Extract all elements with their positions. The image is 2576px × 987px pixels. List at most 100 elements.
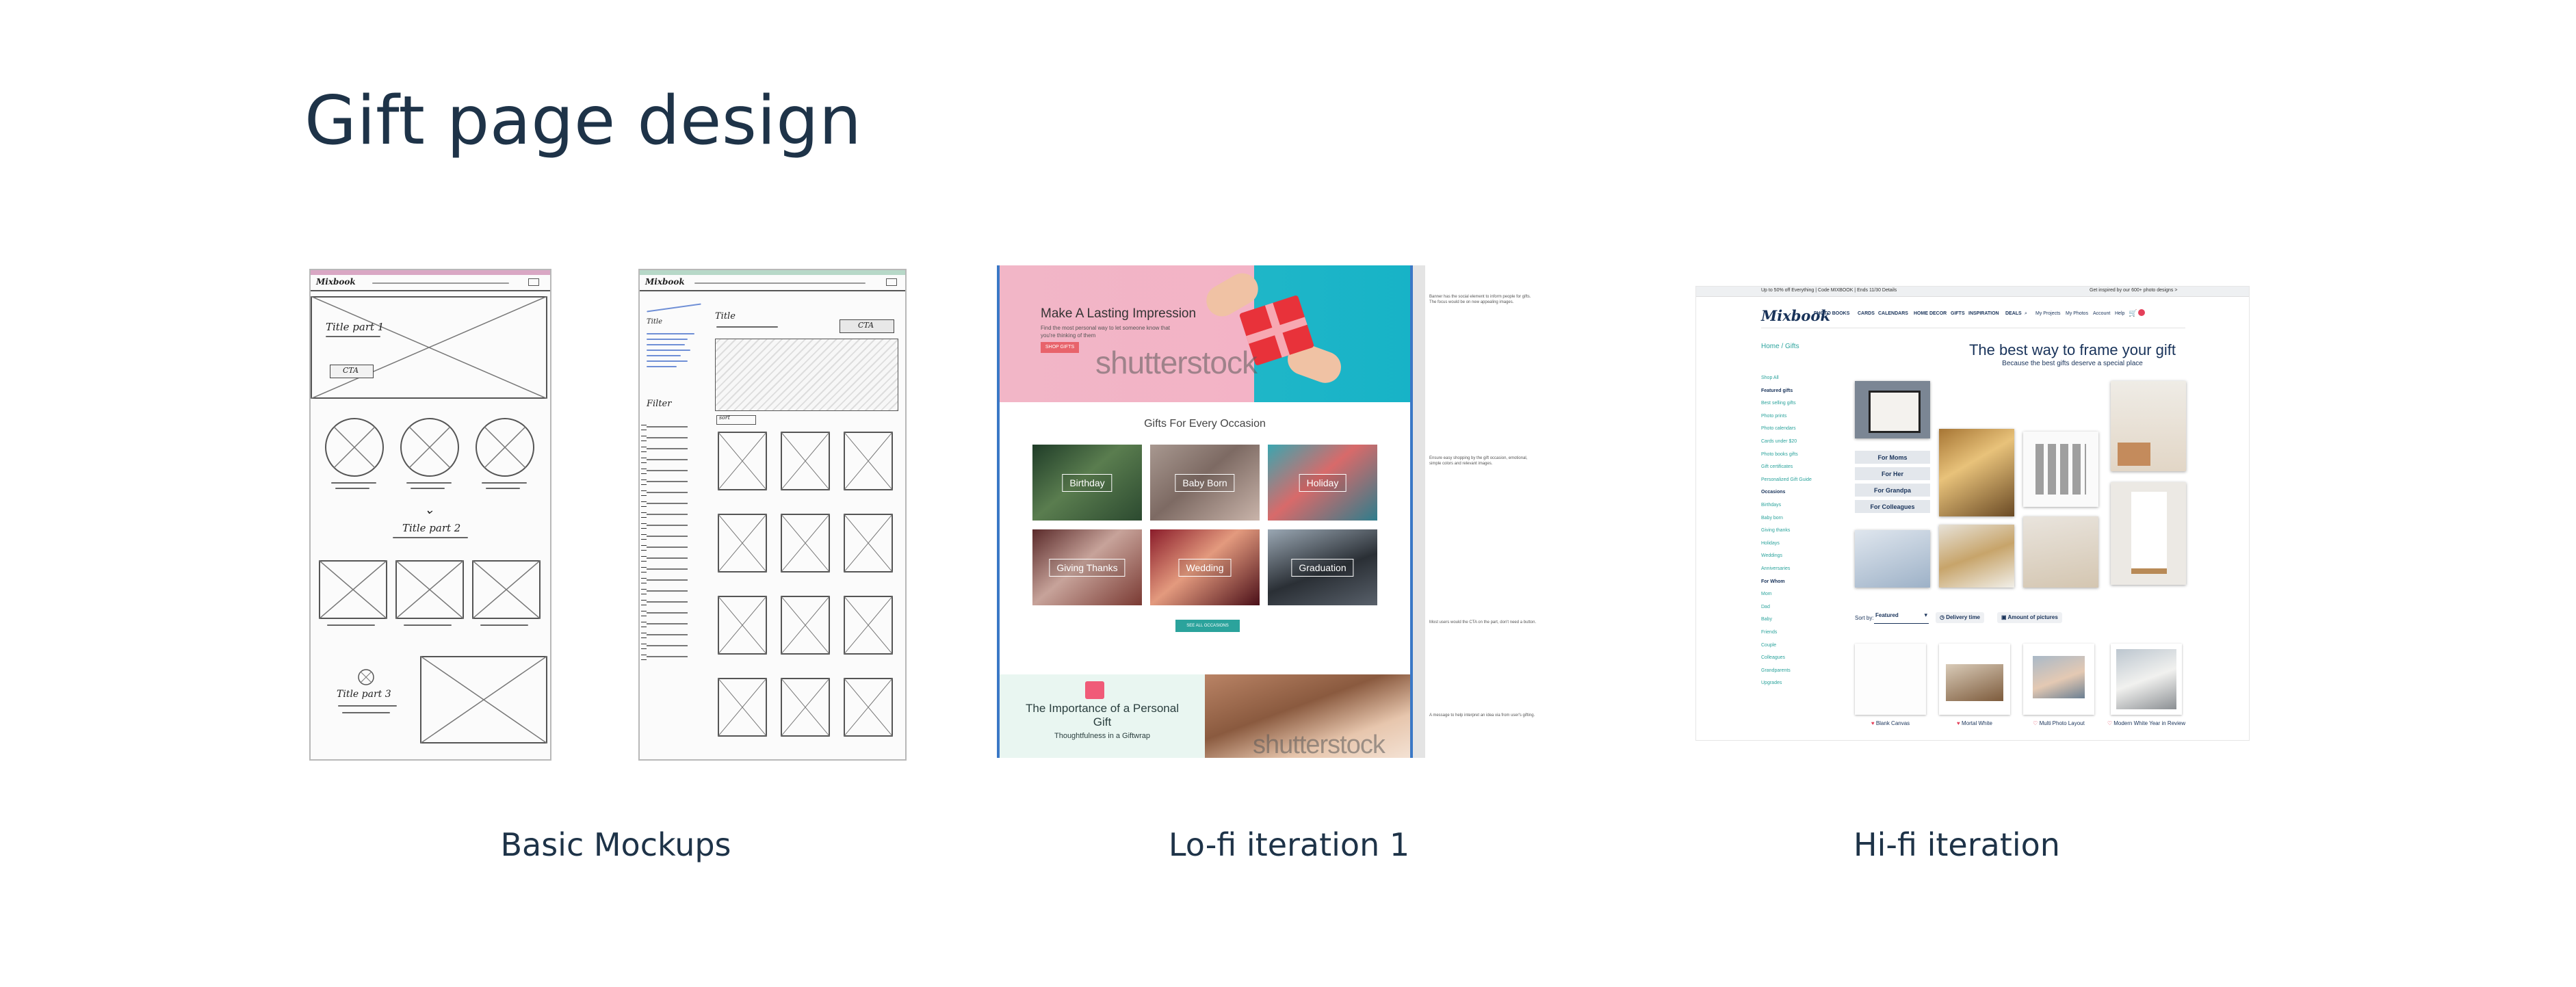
sketch-nav: Mixbook <box>640 275 905 291</box>
sidebar-item[interactable]: Anniversaries <box>1761 566 1790 571</box>
occasion-tile-wedding[interactable]: Wedding <box>1150 529 1260 605</box>
occasion-label: Giving Thanks <box>1049 558 1126 577</box>
sketch-cta-button[interactable]: CTA <box>330 365 374 378</box>
heart-icon[interactable]: ♡ <box>2033 720 2039 726</box>
gift-photo-card[interactable] <box>1855 381 1930 438</box>
nav-calendars[interactable]: CALENDARS <box>1878 311 1908 316</box>
sidebar-item[interactable]: Shop All <box>1761 376 1779 380</box>
nav-inspiration[interactable]: INSPIRATION <box>1968 311 1999 316</box>
heart-icon[interactable]: ♡ <box>2107 720 2113 726</box>
smiling-woman-image: shutterstock <box>1205 674 1410 758</box>
sidebar-item[interactable]: Best selling gifts <box>1761 401 1796 406</box>
sidebar-item[interactable]: Dad <box>1761 605 1770 609</box>
gift-photo-card[interactable] <box>2023 432 2098 507</box>
sidebar-item[interactable]: Grandparents <box>1761 668 1791 673</box>
gift-ribbon-icon <box>1085 681 1104 699</box>
shop-gifts-button[interactable]: SHOP GIFTS <box>1041 342 1079 353</box>
nav-cards[interactable]: CARDS <box>1858 311 1875 316</box>
nav-gifts[interactable]: GIFTS <box>1951 311 1965 316</box>
sidebar-item[interactable]: Birthdays <box>1761 503 1781 508</box>
gift-photo-card[interactable] <box>1855 530 1930 588</box>
nav-account[interactable]: Account <box>2093 311 2110 316</box>
gift-photo-card[interactable] <box>2023 516 2098 588</box>
sidebar-item[interactable]: Cards under $20 <box>1761 439 1797 444</box>
sketch-product <box>781 514 830 573</box>
sidebar-item[interactable]: Personalized Gift Guide <box>1761 477 1812 482</box>
sidebar-item[interactable]: Colleagues <box>1761 655 1785 660</box>
sidebar-item[interactable]: Holidays <box>1761 541 1780 546</box>
sidebar-item: Featured gifts <box>1761 388 1793 393</box>
sketch-cta-button[interactable]: CTA <box>840 319 894 333</box>
occasion-tile-holiday[interactable]: Holiday <box>1268 445 1377 521</box>
inspiration-text[interactable]: Get inspired by our 600+ photo designs > <box>2090 288 2177 293</box>
gift-photo-card[interactable] <box>1939 429 2014 516</box>
nav-my-photos[interactable]: My Photos <box>2066 311 2088 316</box>
filter-delivery-time[interactable]: ◷ Delivery time <box>1936 612 1985 623</box>
sketch-cart-icon <box>528 278 539 286</box>
annotation-note: Most users would the CTA on the part, do… <box>1429 620 1537 624</box>
nav-home-decor[interactable]: HOME DECOR <box>1914 311 1947 316</box>
occasion-tile-giving-thanks[interactable]: Giving Thanks <box>1032 529 1142 605</box>
for-moms-button[interactable]: For Moms <box>1855 451 1930 464</box>
sidebar-item: For Whom <box>1761 579 1785 584</box>
sort-dropdown[interactable]: Featured ▾ <box>1874 611 1929 624</box>
sketch-side-link <box>647 339 688 340</box>
product-name[interactable]: ♡ Multi Photo Layout <box>2018 720 2100 727</box>
nav-photo-books[interactable]: PHOTO BOOKS <box>1814 311 1849 316</box>
search-icon[interactable]: ⌕ <box>2025 311 2027 317</box>
nav-my-projects[interactable]: My Projects <box>2035 311 2061 316</box>
product-card[interactable] <box>2111 644 2182 715</box>
sidebar-item[interactable]: Photo prints <box>1761 414 1786 419</box>
sidebar-item[interactable]: Giving thanks <box>1761 528 1790 533</box>
sketch-subline <box>393 537 468 538</box>
lofi-scroll-gutter <box>1413 265 1425 758</box>
sidebar-item[interactable]: Baby <box>1761 617 1772 622</box>
product-name[interactable]: ♥ Blank Canvas <box>1849 720 1931 727</box>
occasion-tile-baby-born[interactable]: Baby Born <box>1150 445 1260 521</box>
sketch-caption-line <box>480 624 528 626</box>
annotation-note: Banner has the social element to inform … <box>1429 295 1531 304</box>
product-card[interactable] <box>2023 644 2094 715</box>
hero-title: Make A Lasting Impression <box>1041 306 1197 321</box>
sketch-nav-links <box>694 282 866 284</box>
sidebar-item[interactable]: Baby born <box>1761 516 1783 521</box>
product-name[interactable]: ♡ Modern White Year in Review <box>2105 720 2187 727</box>
sidebar-item[interactable]: Gift certificates <box>1761 464 1793 469</box>
promo-text[interactable]: Up to 50% off Everything | Code MIXBOOK … <box>1761 288 1897 293</box>
sketch-sort-dropdown[interactable]: sort <box>716 414 756 425</box>
occasion-tile-graduation[interactable]: Graduation <box>1268 529 1377 605</box>
gift-photo-card[interactable] <box>2111 482 2186 585</box>
sketch-product <box>844 596 893 655</box>
occasion-tile-birthday[interactable]: Birthday <box>1032 445 1142 521</box>
nav-help[interactable]: Help <box>2115 311 2124 316</box>
sketch-caption-line <box>406 482 452 484</box>
sketch-product <box>781 678 830 737</box>
for-her-button[interactable]: For Her <box>1855 467 1930 480</box>
sidebar-item[interactable]: Photo calendars <box>1761 426 1796 431</box>
breadcrumb[interactable]: Home / Gifts <box>1761 343 1799 350</box>
sidebar-item[interactable]: Couple <box>1761 643 1776 648</box>
sidebar-item[interactable]: Friends <box>1761 630 1777 635</box>
for-grandpa-button[interactable]: For Grandpa <box>1855 484 1930 497</box>
product-card[interactable] <box>1939 644 2010 715</box>
for-colleagues-button[interactable]: For Colleagues <box>1855 500 1930 513</box>
sketch-banner <box>715 339 898 411</box>
gift-photo-card[interactable] <box>1939 525 2014 588</box>
filter-amount-of-pictures[interactable]: ▣ Amount of pictures <box>1997 612 2062 623</box>
sketch-subline <box>326 336 380 337</box>
heart-icon[interactable]: ♥ <box>1871 720 1876 726</box>
gift-photo-card[interactable] <box>2111 381 2186 471</box>
sidebar-item: Occasions <box>1761 490 1786 495</box>
see-all-occasions-button[interactable]: SEE ALL OCCASIONS <box>1175 620 1240 632</box>
heart-icon[interactable]: ♥ <box>1957 720 1962 726</box>
product-card[interactable] <box>1855 644 1926 715</box>
product-name[interactable]: ♥ Mortal White <box>1934 720 2016 727</box>
sketch-filter-checkboxes[interactable] <box>641 422 647 661</box>
sidebar-item[interactable]: Photo books gifts <box>1761 452 1798 457</box>
sidebar-item[interactable]: Mom <box>1761 592 1772 596</box>
cart-icon[interactable]: 🛒 <box>2129 310 2137 317</box>
sidebar-item[interactable]: Upgrades <box>1761 681 1782 685</box>
sidebar-item[interactable]: Weddings <box>1761 553 1782 558</box>
nav-deals[interactable]: DEALS <box>2005 311 2022 316</box>
sketch-card-3 <box>472 560 541 619</box>
